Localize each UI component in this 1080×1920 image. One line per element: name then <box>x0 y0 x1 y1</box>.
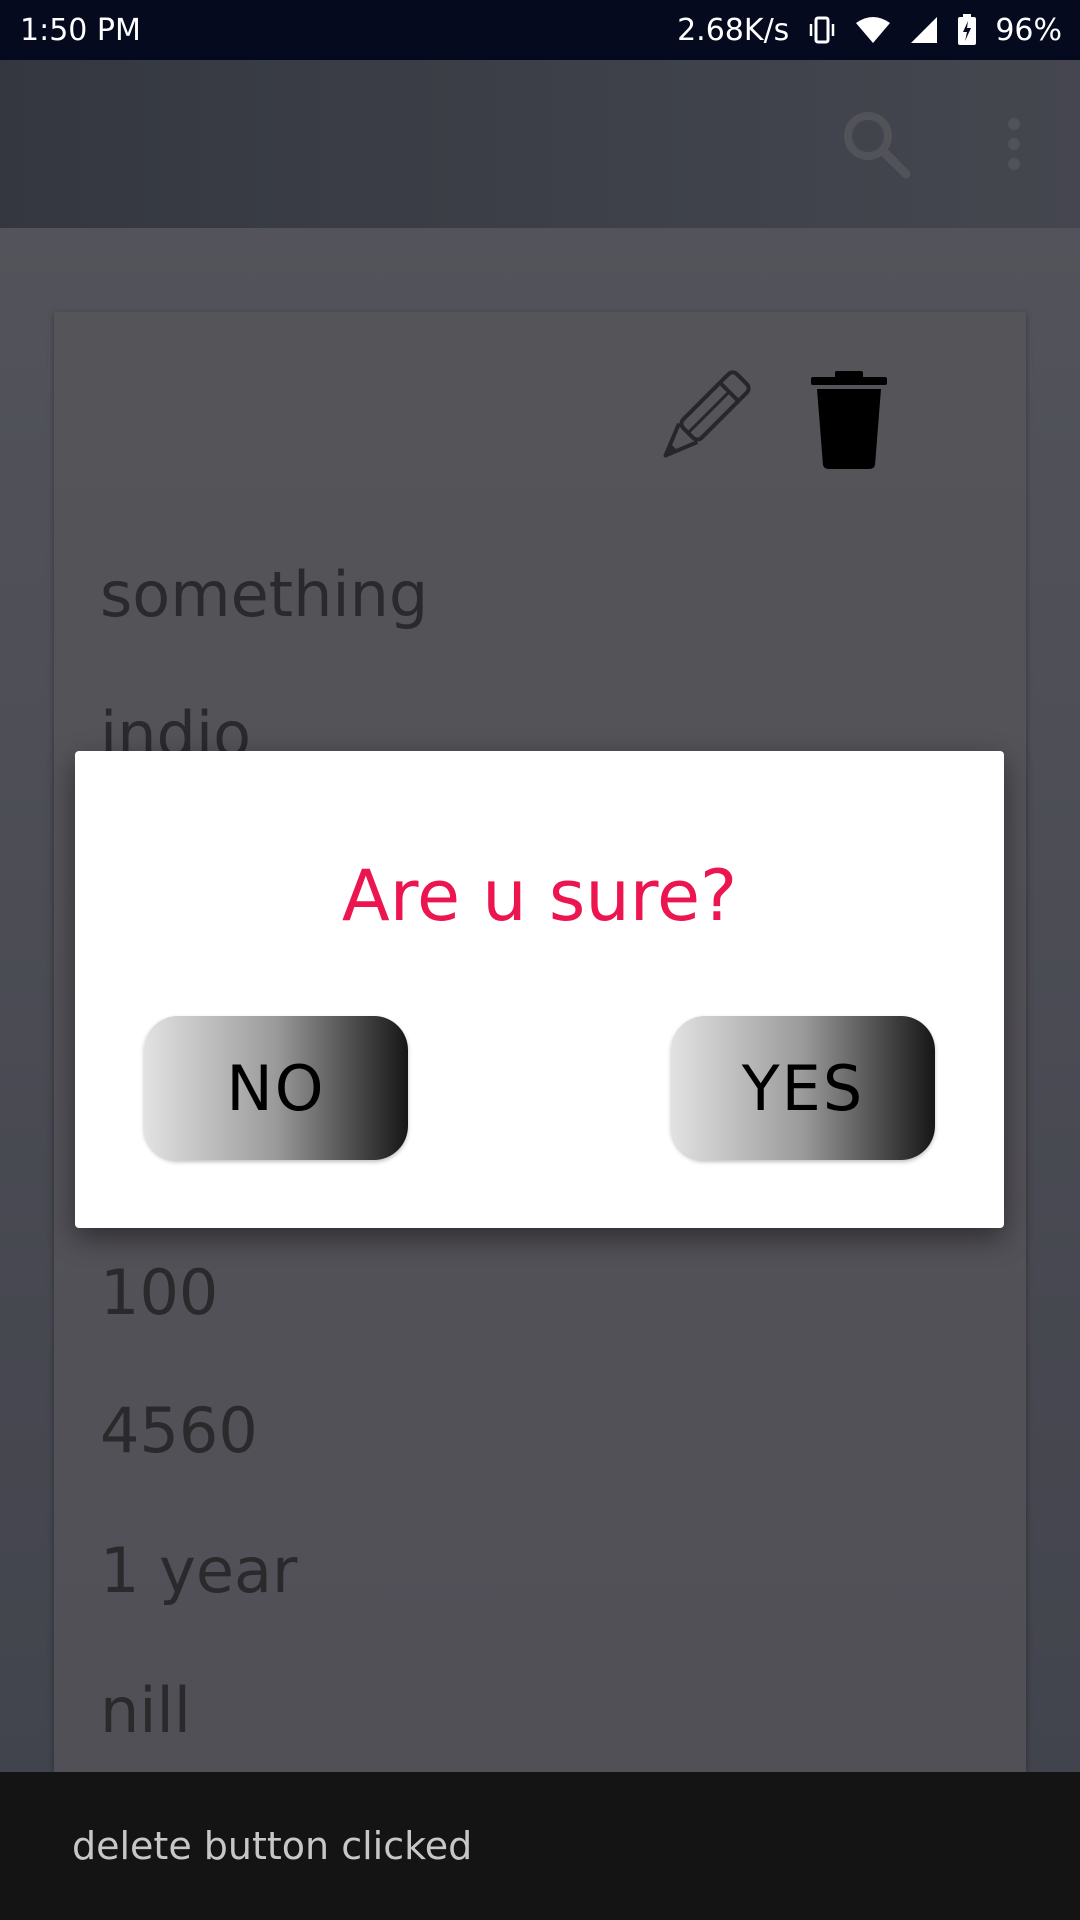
confirm-dialog: Are u sure? NO YES <box>75 751 1004 1228</box>
snackbar-message: delete button clicked <box>72 1824 473 1868</box>
status-icons: 2.68K/s 96% <box>677 13 1062 48</box>
yes-button[interactable]: YES <box>671 1016 935 1160</box>
dialog-title: Are u sure? <box>341 855 738 937</box>
battery-charging-icon <box>957 14 977 46</box>
battery-level: 96% <box>995 12 1062 48</box>
signal-icon <box>909 15 939 45</box>
vibrate-icon <box>807 15 837 45</box>
status-time: 1:50 PM <box>20 12 141 48</box>
status-bar: 1:50 PM 2.68K/s 96% <box>0 0 1080 60</box>
network-speed: 2.68K/s <box>677 12 790 48</box>
no-button[interactable]: NO <box>144 1016 408 1160</box>
snackbar: delete button clicked <box>0 1772 1080 1920</box>
wifi-icon <box>855 15 891 45</box>
